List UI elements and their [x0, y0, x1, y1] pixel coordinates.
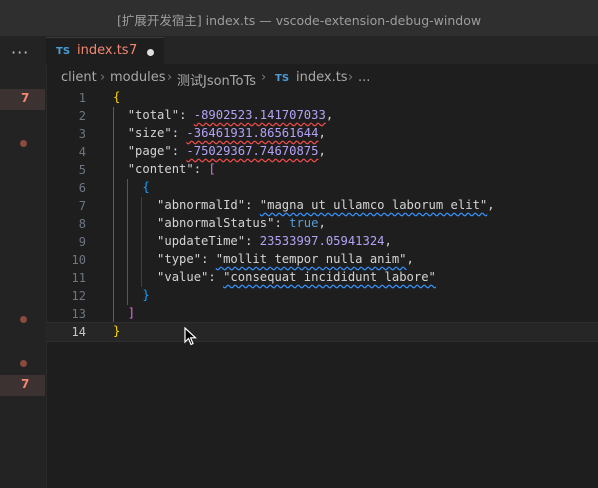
breadcrumb-item[interactable]: index.ts — [296, 70, 348, 85]
code-line: 4 "page": -75029367.74670875, — [78, 144, 326, 159]
tab-bar: TS index.ts 7 — [46, 37, 598, 65]
title-bar: [扩展开发宿主] index.ts — vscode-extension-deb… — [0, 0, 598, 37]
chevron-right-icon: › — [167, 70, 173, 85]
chevron-right-icon: › — [261, 70, 267, 85]
code-line: 2 "total": -8902523.141707033, — [78, 108, 334, 123]
breadcrumb-item[interactable]: 测试JsonToTs — [177, 70, 256, 89]
breakpoint-dot-icon[interactable] — [20, 360, 27, 367]
breadcrumb-item[interactable]: client — [61, 70, 97, 85]
activity-bar: ··· 7 7 — [0, 37, 47, 488]
tab-problem-count: 7 — [129, 43, 138, 58]
chevron-right-icon: › — [348, 70, 354, 85]
breadcrumb: client › modules › 测试JsonToTs › TS index… — [46, 67, 598, 89]
code-line: 11 "value": "consequat incididunt labore… — [71, 270, 436, 285]
window-title: [扩展开发宿主] index.ts — vscode-extension-deb… — [116, 13, 482, 28]
breadcrumb-item[interactable]: ... — [358, 70, 370, 85]
code-line-active: 14 } — [46, 322, 598, 342]
problem-badge[interactable]: 7 — [0, 375, 45, 396]
code-line: 7 "abnormalId": "magna ut ullamco laboru… — [78, 198, 495, 213]
code-line: 5 "content": [ — [78, 162, 216, 177]
chevron-right-icon: › — [100, 70, 106, 85]
code-line: 12 } — [71, 288, 150, 303]
code-editor[interactable]: 1 { 2 "total": -8902523.141707033, 3 "si… — [46, 89, 598, 488]
code-line: 8 "abnormalStatus": true, — [78, 216, 326, 231]
ellipsis-icon[interactable]: ··· — [11, 43, 29, 62]
tab-index-ts[interactable]: TS index.ts 7 — [46, 37, 164, 65]
breadcrumb-item[interactable]: modules — [110, 70, 166, 85]
code-line: 6 { — [78, 180, 150, 195]
code-line: 13 ] — [71, 306, 136, 321]
problem-count: 7 — [21, 91, 30, 105]
problem-count: 7 — [21, 377, 30, 391]
tab-label: index.ts — [77, 43, 129, 58]
breakpoint-dot-icon[interactable] — [20, 140, 27, 147]
typescript-file-icon: TS — [275, 73, 290, 84]
breakpoint-dot-icon[interactable] — [20, 316, 27, 323]
unsaved-dot-icon[interactable] — [147, 49, 154, 56]
code-line: 1 { — [78, 90, 121, 105]
code-line: 3 "size": -36461931.86561644, — [78, 126, 326, 141]
problem-badge[interactable]: 7 — [0, 89, 45, 110]
code-line: 10 "type": "mollit tempor nulla anim", — [71, 252, 414, 267]
typescript-file-icon: TS — [56, 46, 71, 57]
code-line: 9 "updateTime": 23533997.05941324, — [78, 234, 392, 249]
mouse-pointer-icon — [184, 327, 198, 346]
